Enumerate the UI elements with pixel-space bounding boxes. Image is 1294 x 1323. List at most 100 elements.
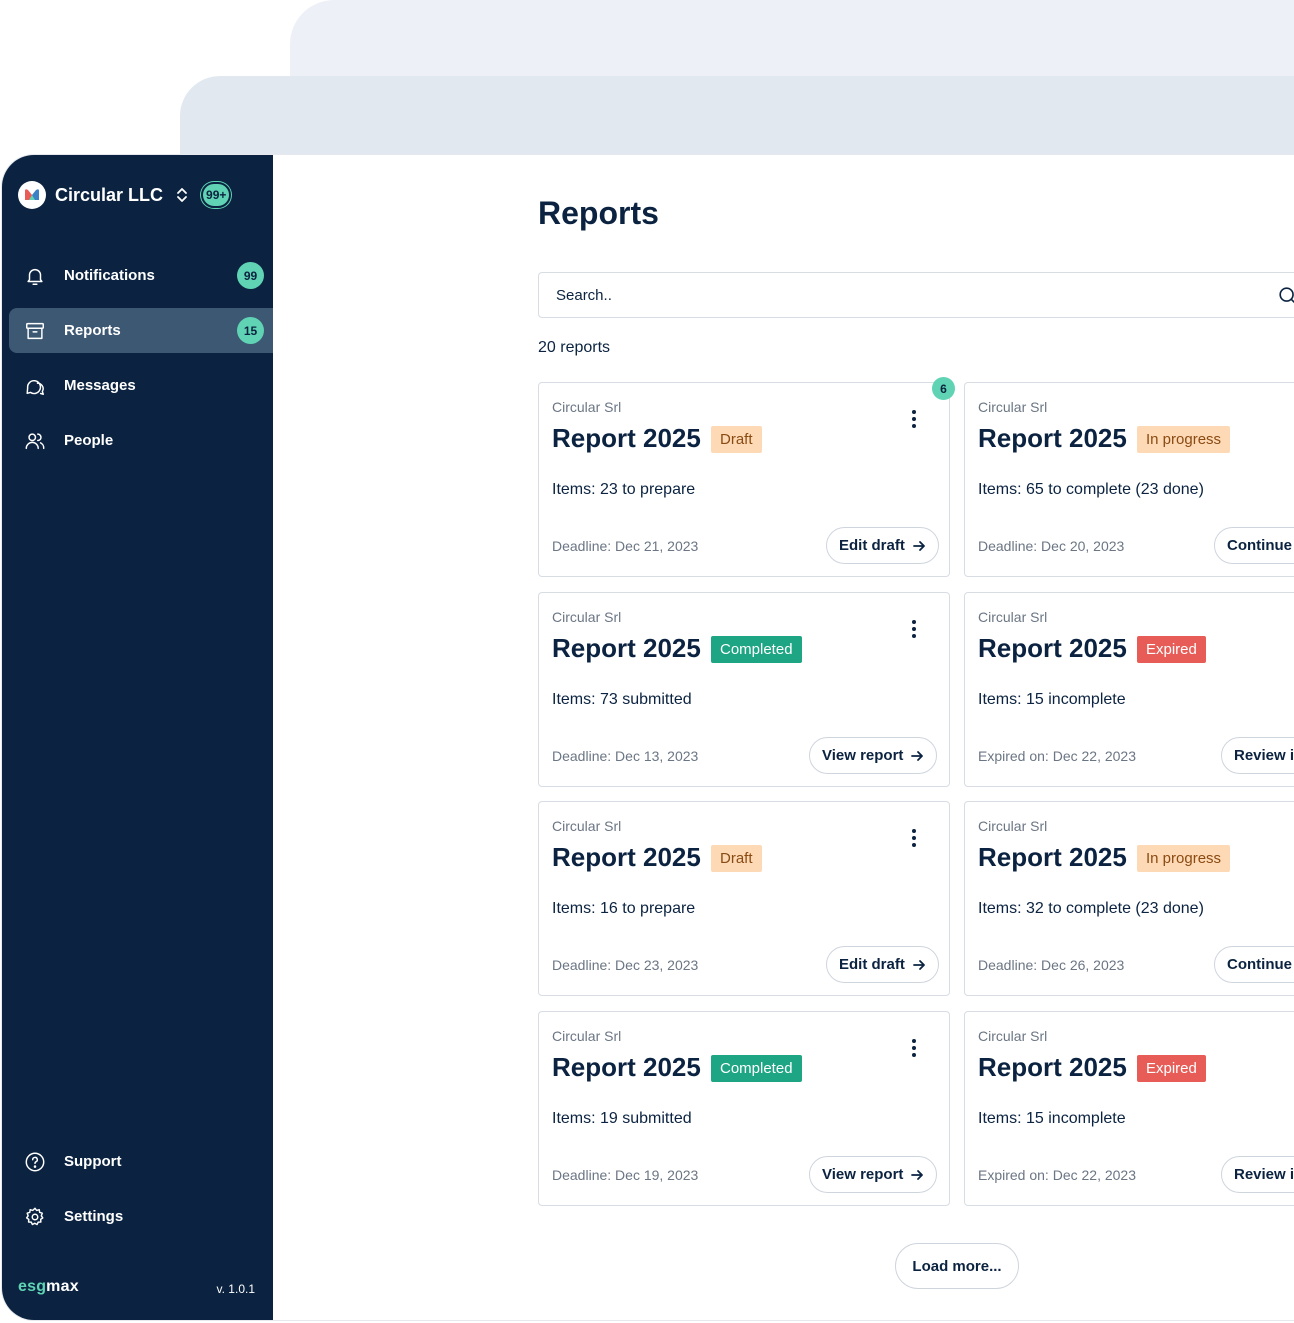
card-title: Report 2025 (552, 842, 701, 872)
sidebar-item-support[interactable]: Support (9, 1139, 273, 1184)
more-options-icon[interactable] (904, 407, 924, 431)
card-org: Circular Srl (978, 1028, 1048, 1044)
sidebar-item-messages[interactable]: Messages (9, 363, 273, 408)
sidebar-item-notifications[interactable]: Notifications 99 (9, 253, 273, 298)
sidebar-item-reports[interactable]: Reports 15 (9, 308, 273, 353)
status-badge: Completed (711, 1055, 802, 1082)
card-title: Report 2025 (978, 633, 1127, 663)
users-icon (23, 429, 47, 453)
button-label: Review is (1234, 747, 1294, 764)
button-label: Review is (1234, 1166, 1294, 1183)
reports-count-badge: 15 (237, 317, 264, 344)
card-deadline: Expired on: Dec 22, 2023 (978, 748, 1136, 764)
continue-button[interactable]: Continue (1214, 946, 1294, 983)
card-title: Report 2025 (978, 423, 1127, 453)
card-count-badge: 6 (932, 377, 955, 400)
status-badge: Draft (711, 845, 762, 872)
edit-draft-button[interactable]: Edit draft (826, 946, 939, 983)
report-count: 20 reports (538, 339, 611, 356)
card-deadline: Deadline: Dec 23, 2023 (552, 957, 699, 973)
gear-icon (23, 1205, 47, 1229)
report-card[interactable]: Circular Srl Report 2025 In progress Ite… (964, 382, 1294, 577)
button-label: View report (822, 747, 904, 764)
sidebar-item-label: Messages (64, 377, 136, 394)
card-deadline: Deadline: Dec 13, 2023 (552, 748, 699, 764)
chat-bubbles-icon (23, 374, 47, 398)
search-box (538, 272, 1294, 318)
org-logo-icon (18, 181, 46, 209)
status-badge: Expired (1137, 1055, 1206, 1082)
edit-draft-button[interactable]: Edit draft (826, 527, 939, 564)
review-button[interactable]: Review is (1221, 737, 1294, 774)
card-items: Items: 16 to prepare (552, 900, 696, 917)
button-label: Continue (1227, 537, 1292, 554)
button-label: Edit draft (839, 537, 905, 554)
card-org: Circular Srl (552, 818, 622, 834)
arrow-right-icon (912, 959, 925, 970)
chevron-up-down-icon[interactable] (175, 185, 189, 205)
card-org: Circular Srl (978, 818, 1048, 834)
sidebar-item-people[interactable]: People (9, 418, 273, 463)
card-org: Circular Srl (552, 609, 622, 625)
card-items: Items: 15 incomplete (978, 691, 1126, 708)
status-badge: In progress (1137, 426, 1231, 453)
card-items: Items: 23 to prepare (552, 481, 696, 498)
view-report-button[interactable]: View report (809, 737, 938, 774)
brand-logo-prefix: esg (18, 1278, 47, 1295)
search-icon[interactable] (1277, 285, 1294, 307)
card-deadline: Deadline: Dec 21, 2023 (552, 538, 699, 554)
card-items: Items: 73 submitted (552, 691, 692, 708)
status-badge: Completed (711, 636, 802, 663)
button-label: View report (822, 1166, 904, 1183)
sidebar-nav: Notifications 99 Reports 15 Messages Peo… (9, 253, 273, 473)
report-card[interactable]: Circular Srl Report 2025 Draft Items: 16… (538, 801, 950, 996)
org-notification-badge: 99+ (201, 182, 232, 208)
status-badge: Expired (1137, 636, 1206, 663)
report-card[interactable]: Circular Srl Report 2025 Expired Items: … (964, 592, 1294, 787)
brand-logo-suffix: max (46, 1278, 79, 1295)
question-circle-icon (23, 1150, 47, 1174)
report-card[interactable]: Circular Srl Report 2025 Expired Items: … (964, 1011, 1294, 1206)
report-card[interactable]: Circular Srl Report 2025 In progress Ite… (964, 801, 1294, 996)
org-switcher[interactable]: Circular LLC 99+ (18, 181, 232, 209)
sidebar-item-label: Reports (64, 322, 121, 339)
main-content: Reports 20 reports Circular Srl Report 2… (273, 155, 1294, 1320)
card-org: Circular Srl (552, 399, 622, 415)
card-items: Items: 32 to complete (23 done) (978, 900, 1204, 917)
arrow-right-icon (912, 540, 925, 551)
card-org: Circular Srl (978, 609, 1048, 625)
arrow-right-icon (911, 1169, 924, 1180)
app-version: v. 1.0.1 (216, 1282, 255, 1296)
bell-icon (23, 264, 47, 288)
sidebar-item-label: Support (64, 1153, 122, 1170)
report-card[interactable]: Circular Srl Report 2025 Draft 6 Items: … (538, 377, 955, 577)
app-window: Circular LLC 99+ Notifications 99 Report… (2, 155, 1294, 1320)
org-name: Circular LLC (55, 184, 164, 205)
status-badge: In progress (1137, 845, 1231, 872)
sidebar-item-label: Notifications (64, 267, 155, 284)
page-title: Reports (538, 195, 659, 231)
more-options-icon[interactable] (904, 1036, 924, 1060)
card-title: Report 2025 (552, 1052, 701, 1082)
report-card[interactable]: Circular Srl Report 2025 Completed Items… (538, 1011, 950, 1206)
card-items: Items: 15 incomplete (978, 1110, 1126, 1127)
sidebar-bottom-nav: Support Settings (9, 1139, 273, 1249)
card-deadline: Deadline: Dec 19, 2023 (552, 1167, 699, 1183)
card-title: Report 2025 (552, 633, 701, 663)
more-options-icon[interactable] (904, 617, 924, 641)
continue-button[interactable]: Continue (1214, 527, 1294, 564)
review-button[interactable]: Review is (1221, 1156, 1294, 1193)
brand-logo: esgmax (18, 1278, 79, 1296)
more-options-icon[interactable] (904, 826, 924, 850)
card-items: Items: 19 submitted (552, 1110, 692, 1127)
report-card[interactable]: Circular Srl Report 2025 Completed Items… (538, 592, 950, 787)
search-input[interactable] (556, 286, 1236, 304)
sidebar-item-settings[interactable]: Settings (9, 1194, 273, 1239)
load-more-button[interactable]: Load more... (895, 1243, 1019, 1289)
card-org: Circular Srl (552, 1028, 622, 1044)
arrow-right-icon (911, 750, 924, 761)
button-label: Edit draft (839, 956, 905, 973)
card-title: Report 2025 (978, 842, 1127, 872)
card-deadline: Deadline: Dec 20, 2023 (978, 538, 1125, 554)
view-report-button[interactable]: View report (809, 1156, 938, 1193)
